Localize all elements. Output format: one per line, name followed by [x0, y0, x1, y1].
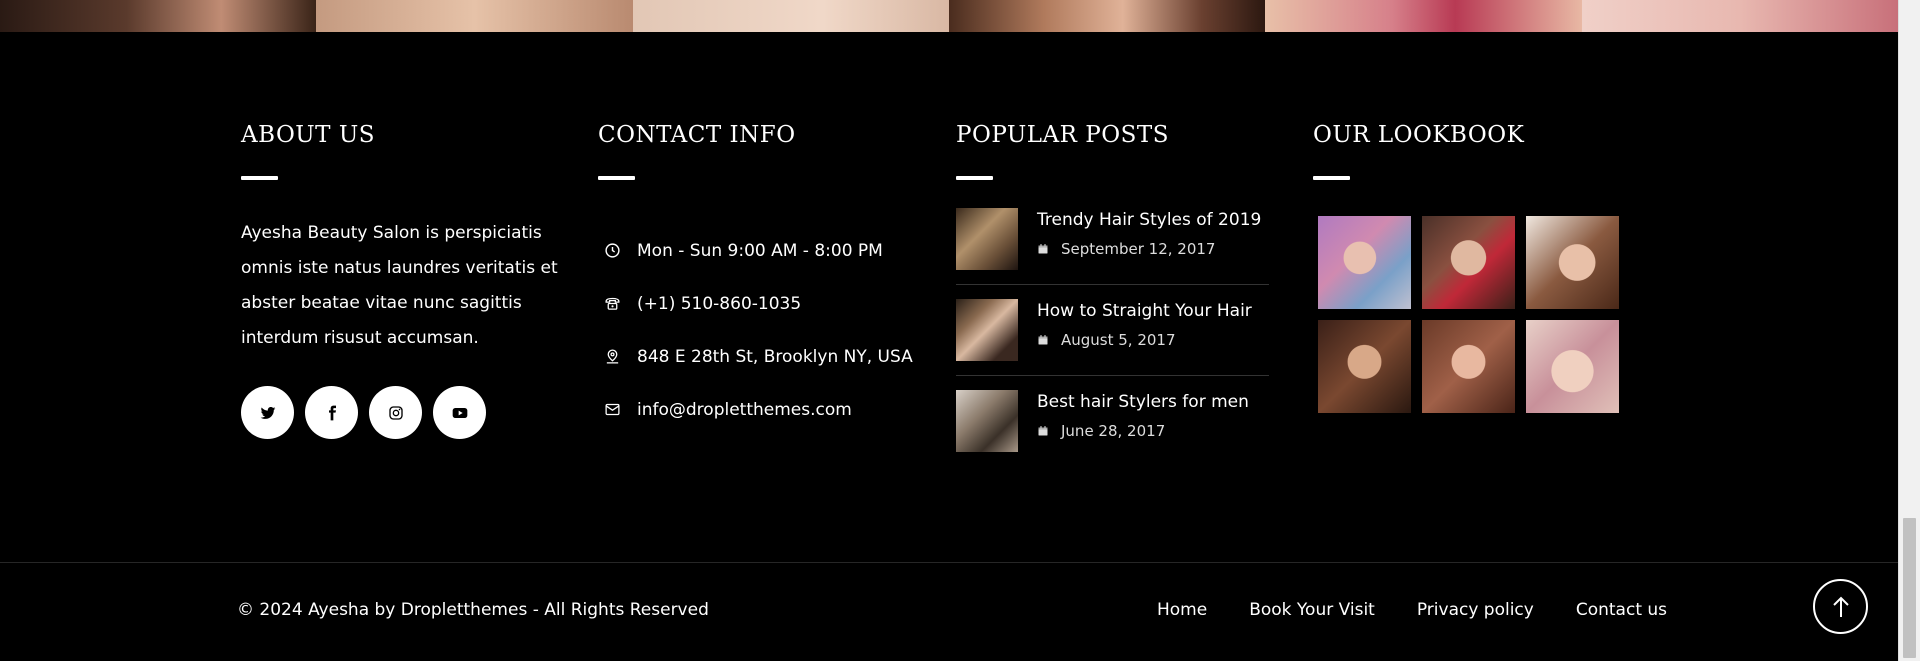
post-body: Best hair Stylers for men June 28, 2017: [1037, 390, 1249, 452]
email-text[interactable]: info@dropletthemes.com: [637, 400, 852, 420]
calendar-icon: [1038, 244, 1048, 254]
post-date: September 12, 2017: [1037, 240, 1261, 258]
contact-address: 848 E 28th St, Brooklyn NY, USA: [598, 330, 938, 383]
lookbook-photo[interactable]: [1422, 216, 1515, 309]
footer-divider: [0, 562, 1898, 563]
scroll-to-top-button[interactable]: [1813, 579, 1868, 634]
lookbook-grid: [1318, 216, 1633, 413]
twitter-icon: [260, 406, 275, 419]
calendar-icon: [1038, 335, 1048, 345]
twitter-button[interactable]: [241, 386, 294, 439]
contact-phone: (+1) 510-860-1035: [598, 277, 938, 330]
popular-posts-section: POPULAR POSTS Trendy Hair Styles of 2019…: [956, 122, 1269, 480]
post-body: Trendy Hair Styles of 2019 September 12,…: [1037, 208, 1261, 270]
about-section: ABOUT US Ayesha Beauty Salon is perspici…: [241, 122, 561, 439]
copyright-text: © 2024 Ayesha by Dropletthemes - All Rig…: [237, 600, 709, 620]
site-footer: ABOUT US Ayesha Beauty Salon is perspici…: [0, 32, 1898, 661]
contact-hours: Mon - Sun 9:00 AM - 8:00 PM: [598, 224, 938, 277]
phone-text[interactable]: (+1) 510-860-1035: [637, 294, 801, 314]
contact-email: info@dropletthemes.com: [598, 383, 938, 436]
post-date-text: August 5, 2017: [1061, 331, 1176, 349]
page-scrollbar[interactable]: [1898, 0, 1920, 661]
strip-photo[interactable]: [1265, 0, 1582, 32]
clock-icon: [604, 242, 630, 259]
lookbook-section: OUR LOOKBOOK: [1313, 122, 1633, 413]
facebook-icon: [328, 405, 336, 420]
post-title[interactable]: Best hair Stylers for men: [1037, 392, 1249, 412]
calendar-icon: [1038, 426, 1048, 436]
post-thumbnail[interactable]: [956, 390, 1018, 452]
post-item[interactable]: Trendy Hair Styles of 2019 September 12,…: [956, 208, 1269, 285]
lookbook-photo[interactable]: [1318, 216, 1411, 309]
footer-link-book-visit[interactable]: Book Your Visit: [1249, 600, 1375, 620]
lookbook-photo[interactable]: [1318, 320, 1411, 413]
strip-photo[interactable]: [948, 0, 1266, 32]
map-pin-icon: [604, 348, 630, 365]
social-links: [241, 386, 561, 439]
lookbook-title: OUR LOOKBOOK: [1313, 122, 1525, 148]
post-thumbnail[interactable]: [956, 208, 1018, 270]
lookbook-photo[interactable]: [1422, 320, 1515, 413]
strip-photo[interactable]: [1581, 0, 1898, 32]
title-underline: [956, 176, 993, 180]
strip-photo[interactable]: [632, 0, 949, 32]
post-item[interactable]: Best hair Stylers for men June 28, 2017: [956, 390, 1269, 466]
title-underline: [241, 176, 278, 180]
post-date-text: June 28, 2017: [1061, 422, 1166, 440]
photo-strip: [0, 0, 1898, 32]
youtube-icon: [452, 407, 467, 418]
footer-link-home[interactable]: Home: [1157, 600, 1207, 620]
about-title: ABOUT US: [241, 122, 375, 148]
posts-title: POPULAR POSTS: [956, 122, 1169, 148]
post-item[interactable]: How to Straight Your Hair August 5, 2017: [956, 299, 1269, 376]
about-text: Ayesha Beauty Salon is perspiciatis omni…: [241, 223, 558, 348]
scrollbar-thumb[interactable]: [1903, 518, 1916, 658]
title-underline: [1313, 176, 1350, 180]
post-title[interactable]: How to Straight Your Hair: [1037, 301, 1252, 321]
lookbook-photo[interactable]: [1526, 216, 1619, 309]
contact-title: CONTACT INFO: [598, 122, 796, 148]
post-thumbnail[interactable]: [956, 299, 1018, 361]
phone-icon: [604, 295, 630, 312]
contact-list: Mon - Sun 9:00 AM - 8:00 PM (+1) 510-860…: [598, 224, 938, 436]
address-text: 848 E 28th St, Brooklyn NY, USA: [637, 346, 913, 367]
title-underline: [598, 176, 635, 180]
instagram-button[interactable]: [369, 386, 422, 439]
post-date-text: September 12, 2017: [1061, 240, 1216, 258]
arrow-up-icon: [1832, 596, 1849, 617]
youtube-button[interactable]: [433, 386, 486, 439]
contact-section: CONTACT INFO Mon - Sun 9:00 AM - 8:00 PM…: [598, 122, 938, 436]
strip-photo[interactable]: [316, 0, 633, 32]
mail-icon: [604, 401, 630, 418]
instagram-icon: [388, 405, 403, 420]
footer-nav: Home Book Your Visit Privacy policy Cont…: [1157, 600, 1709, 620]
footer-link-privacy[interactable]: Privacy policy: [1417, 600, 1534, 620]
facebook-button[interactable]: [305, 386, 358, 439]
post-list: Trendy Hair Styles of 2019 September 12,…: [956, 208, 1269, 466]
post-body: How to Straight Your Hair August 5, 2017: [1037, 299, 1252, 361]
strip-photo[interactable]: [0, 0, 317, 32]
footer-link-contact[interactable]: Contact us: [1576, 600, 1667, 620]
post-title[interactable]: Trendy Hair Styles of 2019: [1037, 210, 1261, 230]
post-date: June 28, 2017: [1037, 422, 1249, 440]
lookbook-photo[interactable]: [1526, 320, 1619, 413]
hours-text: Mon - Sun 9:00 AM - 8:00 PM: [637, 240, 883, 261]
post-date: August 5, 2017: [1037, 331, 1252, 349]
